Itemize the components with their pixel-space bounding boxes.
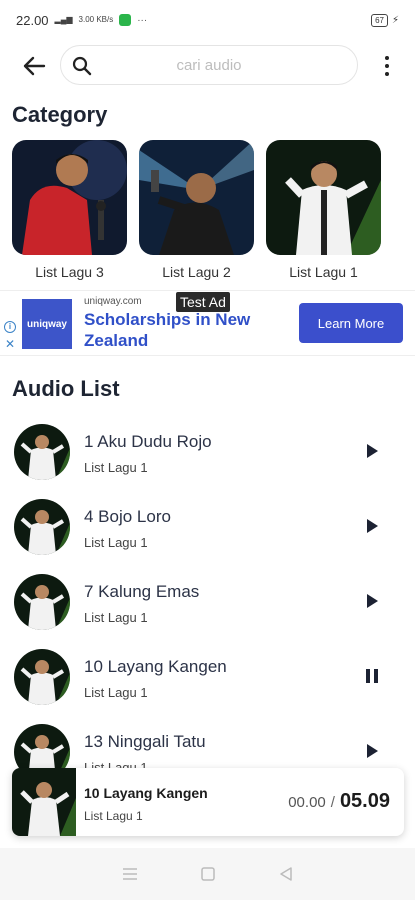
category-thumbnail — [12, 140, 127, 255]
category-list: List Lagu 3 List Lagu 2 List Lagu 1 — [12, 140, 381, 280]
search-icon — [72, 56, 92, 76]
ad-headline[interactable]: Scholarships in New Zealand — [84, 309, 284, 351]
player-subtitle: List Lagu 1 — [84, 809, 143, 823]
category-item[interactable]: List Lagu 3 — [12, 140, 127, 280]
audio-list-item[interactable]: 4 Bojo Loro List Lagu 1 — [0, 487, 415, 562]
audio-thumbnail — [14, 574, 70, 630]
more-options-button[interactable] — [377, 54, 397, 78]
play-icon — [363, 594, 381, 614]
back-nav-icon[interactable] — [279, 867, 293, 881]
message-icon — [119, 14, 132, 26]
more-notifications-icon: ··· — [137, 14, 148, 26]
system-nav-bar — [0, 848, 415, 900]
audio-title: 4 Bojo Loro — [84, 507, 171, 526]
audio-subtitle: List Lagu 1 — [84, 610, 148, 625]
ad-info-icon[interactable]: i — [4, 321, 16, 333]
audio-list-heading: Audio List — [12, 376, 120, 401]
audio-subtitle: List Lagu 1 — [84, 460, 148, 475]
back-button[interactable] — [18, 50, 50, 82]
audio-list-item[interactable]: 7 Kalung Emas List Lagu 1 — [0, 562, 415, 637]
ad-logo: uniqway — [22, 299, 72, 349]
play-icon — [363, 444, 381, 464]
audio-list-item[interactable]: 1 Aku Dudu Rojo List Lagu 1 — [0, 412, 415, 487]
current-time: 00.00 — [288, 794, 326, 811]
home-icon[interactable] — [201, 867, 216, 881]
ad-close-icon[interactable]: ✕ — [5, 337, 15, 351]
audio-thumbnail — [14, 499, 70, 555]
category-heading: Category — [12, 102, 108, 127]
player-time: 00.00 / 05.09 — [288, 790, 390, 813]
charging-icon: ⚡ — [391, 14, 399, 26]
audio-title: 1 Aku Dudu Rojo — [84, 432, 212, 451]
audio-thumbnail — [14, 649, 70, 705]
total-time: 05.09 — [339, 790, 390, 812]
category-label: List Lagu 1 — [289, 264, 358, 280]
time-separator: / — [330, 794, 335, 811]
audio-list: 1 Aku Dudu Rojo List Lagu 1 4 Bojo Loro … — [0, 412, 415, 772]
arrow-left-icon — [23, 56, 46, 76]
play-button[interactable] — [363, 592, 381, 610]
audio-subtitle: List Lagu 1 — [84, 685, 148, 700]
dot — [385, 56, 389, 60]
category-item[interactable]: List Lagu 1 — [266, 140, 381, 280]
category-label: List Lagu 3 — [35, 264, 104, 280]
battery-icon: 67 — [371, 13, 388, 27]
status-bar: 22.00 ▂▄▆ 3.00 KB/s ··· 67 ⚡ — [0, 0, 415, 40]
status-time: 22.00 — [16, 12, 49, 28]
signal-icon: ▂▄▆ — [54, 15, 73, 24]
test-ad-badge: Test Ad — [176, 292, 230, 312]
play-icon — [363, 744, 381, 764]
dot — [385, 64, 389, 68]
search-input[interactable] — [61, 46, 357, 84]
category-label: List Lagu 2 — [162, 264, 231, 280]
pause-button[interactable] — [363, 667, 381, 685]
player-title: 10 Layang Kangen — [84, 785, 208, 801]
top-bar — [0, 44, 415, 88]
audio-thumbnail — [14, 724, 70, 772]
ad-learn-more-button[interactable]: Learn More — [299, 303, 403, 343]
search-box[interactable] — [60, 45, 358, 85]
play-button[interactable] — [363, 742, 381, 760]
play-button[interactable] — [363, 517, 381, 535]
audio-list-item[interactable]: 10 Layang Kangen List Lagu 1 — [0, 637, 415, 712]
audio-list-item[interactable]: 13 Ninggali Tatu List Lagu 1 — [0, 712, 415, 772]
pause-icon — [363, 669, 381, 689]
audio-subtitle: List Lagu 1 — [84, 535, 148, 550]
category-thumbnail — [139, 140, 254, 255]
net-speed: 3.00 KB/s — [78, 15, 114, 24]
category-item[interactable]: List Lagu 2 — [139, 140, 254, 280]
audio-title: 7 Kalung Emas — [84, 582, 200, 601]
ad-domain: uniqway.com — [84, 296, 142, 307]
audio-title: 13 Ninggali Tatu — [84, 732, 206, 751]
category-thumbnail — [266, 140, 381, 255]
audio-title: 10 Layang Kangen — [84, 657, 227, 676]
play-icon — [363, 519, 381, 539]
play-button[interactable] — [363, 442, 381, 460]
mini-player[interactable]: 10 Layang Kangen List Lagu 1 00.00 / 05.… — [12, 768, 404, 836]
player-thumbnail — [12, 768, 76, 836]
menu-icon[interactable] — [122, 867, 138, 881]
audio-thumbnail — [14, 424, 70, 480]
dot — [385, 72, 389, 76]
